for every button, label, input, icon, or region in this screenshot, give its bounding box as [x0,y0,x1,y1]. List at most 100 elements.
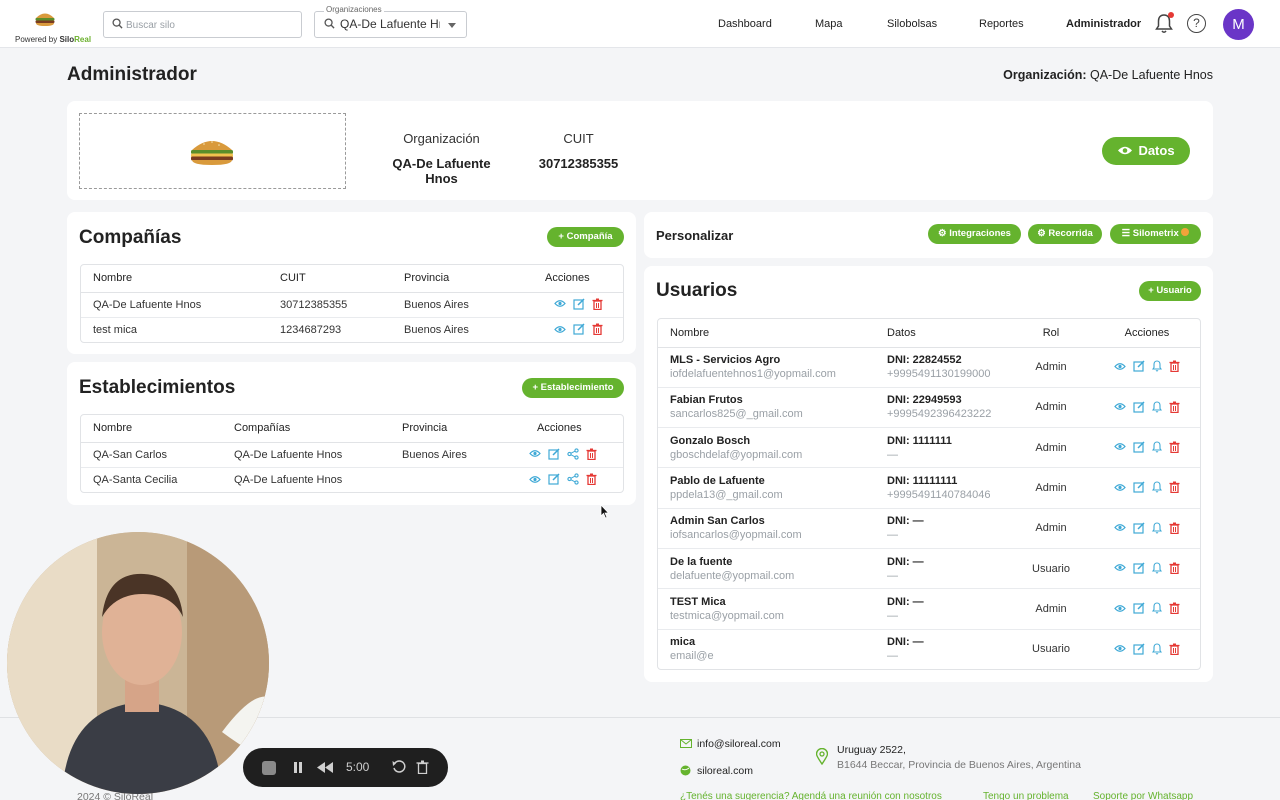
footer-link-whatsapp[interactable]: Soporte por Whatsapp [1093,791,1193,800]
search-box[interactable] [103,11,302,38]
edit-icon[interactable] [1133,481,1145,493]
edit-icon[interactable] [573,323,585,335]
user-dni: DNI: 22949593 [887,394,962,407]
cell-cuit: 30712385355 [268,292,392,318]
rewind-icon[interactable] [317,762,333,773]
cell-usuario: TEST Mica testmica@yopmail.com [658,588,875,630]
view-eye-icon[interactable] [1114,362,1126,371]
recorrida-button[interactable]: ⚙ Recorrida [1028,224,1102,244]
cuit-info: CUIT 30712385355 [530,131,627,171]
webcam-bubble[interactable] [7,532,269,794]
delete-trash-icon[interactable] [586,473,597,485]
user-phone: +9995492396423222 [887,408,992,421]
bell-icon[interactable] [1152,522,1162,534]
add-compania-button[interactable]: + Compañía [547,227,624,247]
delete-trash-icon[interactable] [1169,522,1180,534]
cell-provincia: Buenos Aires [404,323,469,336]
user-email: iofsancarlos@yopmail.com [670,529,802,542]
delete-trash-icon[interactable] [586,448,597,460]
nav-reportes[interactable]: Reportes [979,18,1024,30]
add-establecimiento-button[interactable]: + Establecimiento [522,378,624,398]
view-eye-icon[interactable] [554,325,566,334]
view-eye-icon[interactable] [1114,483,1126,492]
share-icon[interactable] [567,448,579,460]
pause-icon[interactable] [292,761,304,774]
view-eye-icon[interactable] [1114,563,1126,572]
nav-administrador[interactable]: Administrador [1066,18,1141,30]
nav-mapa[interactable]: Mapa [815,18,843,30]
edit-icon[interactable] [548,448,560,460]
edit-icon[interactable] [1133,522,1145,534]
status-dot-icon [1181,228,1190,236]
cuit-value: 30712385355 [538,156,619,171]
edit-icon[interactable] [1133,441,1145,453]
restart-icon[interactable] [392,760,406,774]
edit-icon[interactable] [573,298,585,310]
delete-trash-icon[interactable] [1169,602,1180,615]
usuarios-title: Usuarios [656,280,738,301]
view-eye-icon[interactable] [529,449,541,458]
view-eye-icon[interactable] [1114,402,1126,411]
user-avatar[interactable]: M [1223,9,1254,40]
delete-trash-icon[interactable] [592,298,603,310]
user-dni: DNI: — [887,595,924,608]
delete-trash-icon[interactable] [1169,401,1180,413]
view-eye-icon[interactable] [554,299,566,308]
view-eye-icon[interactable] [1114,604,1126,613]
footer-address-line2: B1644 Beccar, Provincia de Buenos Aires,… [837,759,1081,771]
notifications-button[interactable] [1155,12,1174,39]
nav-dashboard[interactable]: Dashboard [718,18,772,30]
share-icon[interactable] [567,473,579,485]
bell-icon[interactable] [1152,360,1162,372]
organization-select[interactable]: Organizaciones QA-De Lafuente Hnos [314,5,467,38]
edit-icon[interactable] [1133,360,1145,372]
delete-trash-icon[interactable] [592,323,603,335]
edit-icon[interactable] [1133,401,1145,413]
table-row: mica email@e DNI: — — Usuario [658,629,1200,669]
edit-icon[interactable] [548,473,560,485]
datos-button[interactable]: Datos [1102,137,1190,165]
integraciones-button[interactable]: ⚙ Integraciones [928,224,1021,244]
delete-trash-icon[interactable] [1169,643,1180,655]
delete-recording-icon[interactable] [416,760,429,774]
edit-icon[interactable] [1133,602,1145,614]
bell-icon[interactable] [1152,562,1162,574]
help-icon[interactable]: ? [1187,14,1206,33]
stop-recording-icon[interactable] [262,761,276,775]
edit-icon[interactable] [1133,643,1145,655]
user-role: Admin [1008,427,1094,469]
bell-icon[interactable] [1152,643,1162,655]
cell-provincia: Buenos Aires [392,292,524,318]
organization-logo-upload[interactable] [79,113,346,189]
edit-icon[interactable] [1133,562,1145,574]
view-eye-icon[interactable] [1114,644,1126,653]
search-input[interactable] [126,16,296,34]
delete-trash-icon[interactable] [1169,562,1180,574]
siloreal-logo[interactable]: Powered by SiloReal [14,8,110,44]
cell-usuario: Pablo de Lafuente ppdela13@_gmail.com [658,467,875,509]
cell-datos: DNI: 1111111— [875,427,1008,469]
footer-email[interactable]: info@siloreal.com [697,738,781,750]
bell-icon[interactable] [1152,441,1162,453]
footer-website[interactable]: siloreal.com [697,765,753,777]
view-eye-icon[interactable] [1114,442,1126,451]
user-role: Admin [1008,508,1094,549]
add-usuario-button[interactable]: + Usuario [1139,281,1201,301]
bell-icon[interactable] [1152,602,1162,614]
user-dni: DNI: — [887,636,924,649]
row-actions [524,292,623,318]
footer-link-problema[interactable]: Tengo un problema [983,791,1069,800]
bell-icon[interactable] [1152,481,1162,493]
delete-trash-icon[interactable] [1169,360,1180,373]
delete-trash-icon[interactable] [1169,481,1180,494]
footer-link-sugerencia[interactable]: ¿Tenés una sugerencia? Agendá una reunió… [680,791,942,800]
delete-trash-icon[interactable] [1169,441,1180,453]
user-dni: DNI: 22824552 [887,354,962,367]
bell-icon[interactable] [1152,401,1162,413]
silometrix-button[interactable]: ☰ Silometrix [1110,224,1201,244]
cell-usuario: mica email@e [658,629,875,669]
user-phone: +9995491140784046 [887,489,991,502]
view-eye-icon[interactable] [529,475,541,484]
nav-silobolsas[interactable]: Silobolsas [887,18,937,30]
view-eye-icon[interactable] [1114,523,1126,532]
